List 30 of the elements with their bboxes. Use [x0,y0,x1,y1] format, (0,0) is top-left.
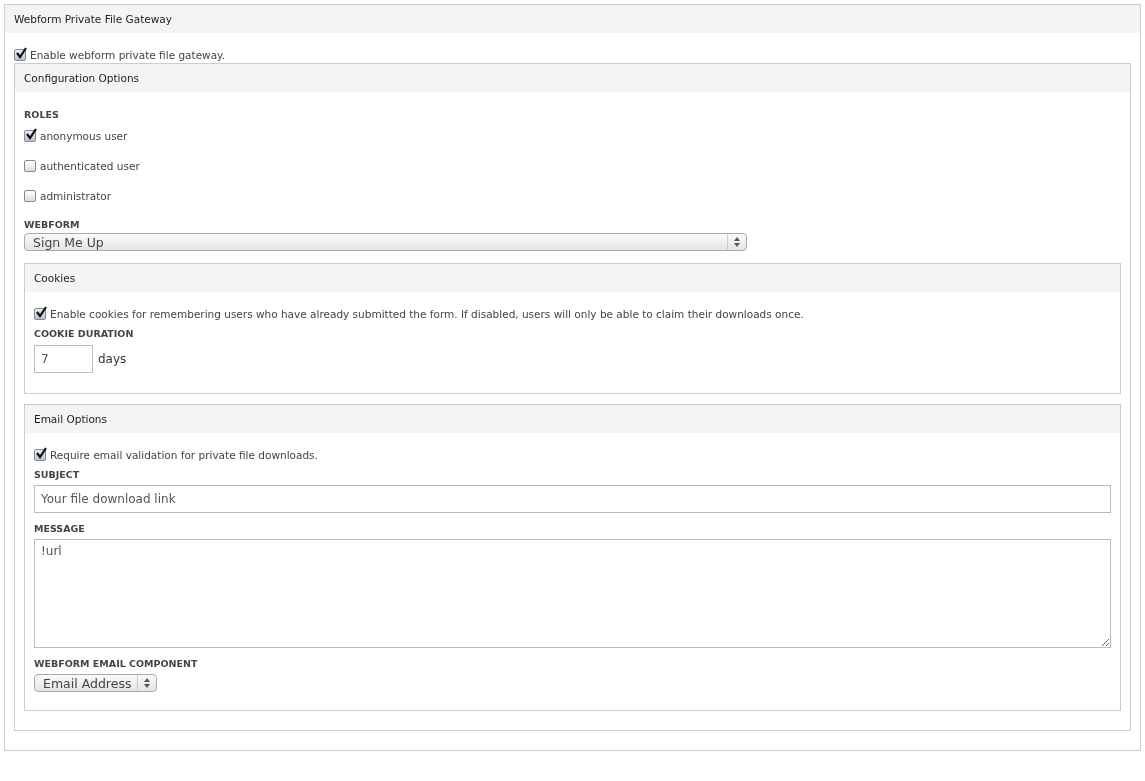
checkbox-label: Require email validation for private file downloads. [50,449,318,461]
fieldset-title: Configuration Options [15,64,1130,92]
checkbox[interactable] [24,160,36,172]
message-textarea[interactable]: !url [34,539,1111,648]
fieldset-title: Webform Private File Gateway [5,5,1140,33]
checkbox-label: anonymous user [40,130,128,142]
updown-arrow-icon [734,237,740,247]
field-label: WEBFORM EMAIL COMPONENT [34,657,199,671]
field-label: ROLES [24,108,60,122]
checkbox[interactable] [34,449,46,461]
subject-input[interactable]: Your file download link [34,485,1111,513]
fieldset-title: Cookies [25,264,1120,292]
field-label: SUBJECT [34,468,81,482]
field-label: MESSAGE [34,522,86,536]
fieldset-title: Email Options [25,405,1120,433]
checkbox-label: Enable webform private file gateway. [30,49,226,61]
duration-input[interactable]: 7 [34,345,93,373]
checkbox-label: administrator [40,190,111,202]
checkbox-label: authenticated user [40,160,140,172]
checkbox[interactable] [14,49,26,61]
webform-select[interactable]: Sign Me Up [24,233,747,251]
checkbox[interactable] [34,308,46,320]
component-select[interactable]: Email Address [34,674,157,692]
field-label: WEBFORM [24,218,81,232]
updown-arrow-icon [144,678,150,688]
checkbox[interactable] [24,190,36,202]
unit-label: days [98,352,127,366]
checkbox[interactable] [24,130,36,142]
checkbox-label: Enable cookies for remembering users who have already submitted the form. If disabled, users will only be able to claim their downloads once. [50,308,804,320]
field-label: COOKIE DURATION [34,327,135,341]
